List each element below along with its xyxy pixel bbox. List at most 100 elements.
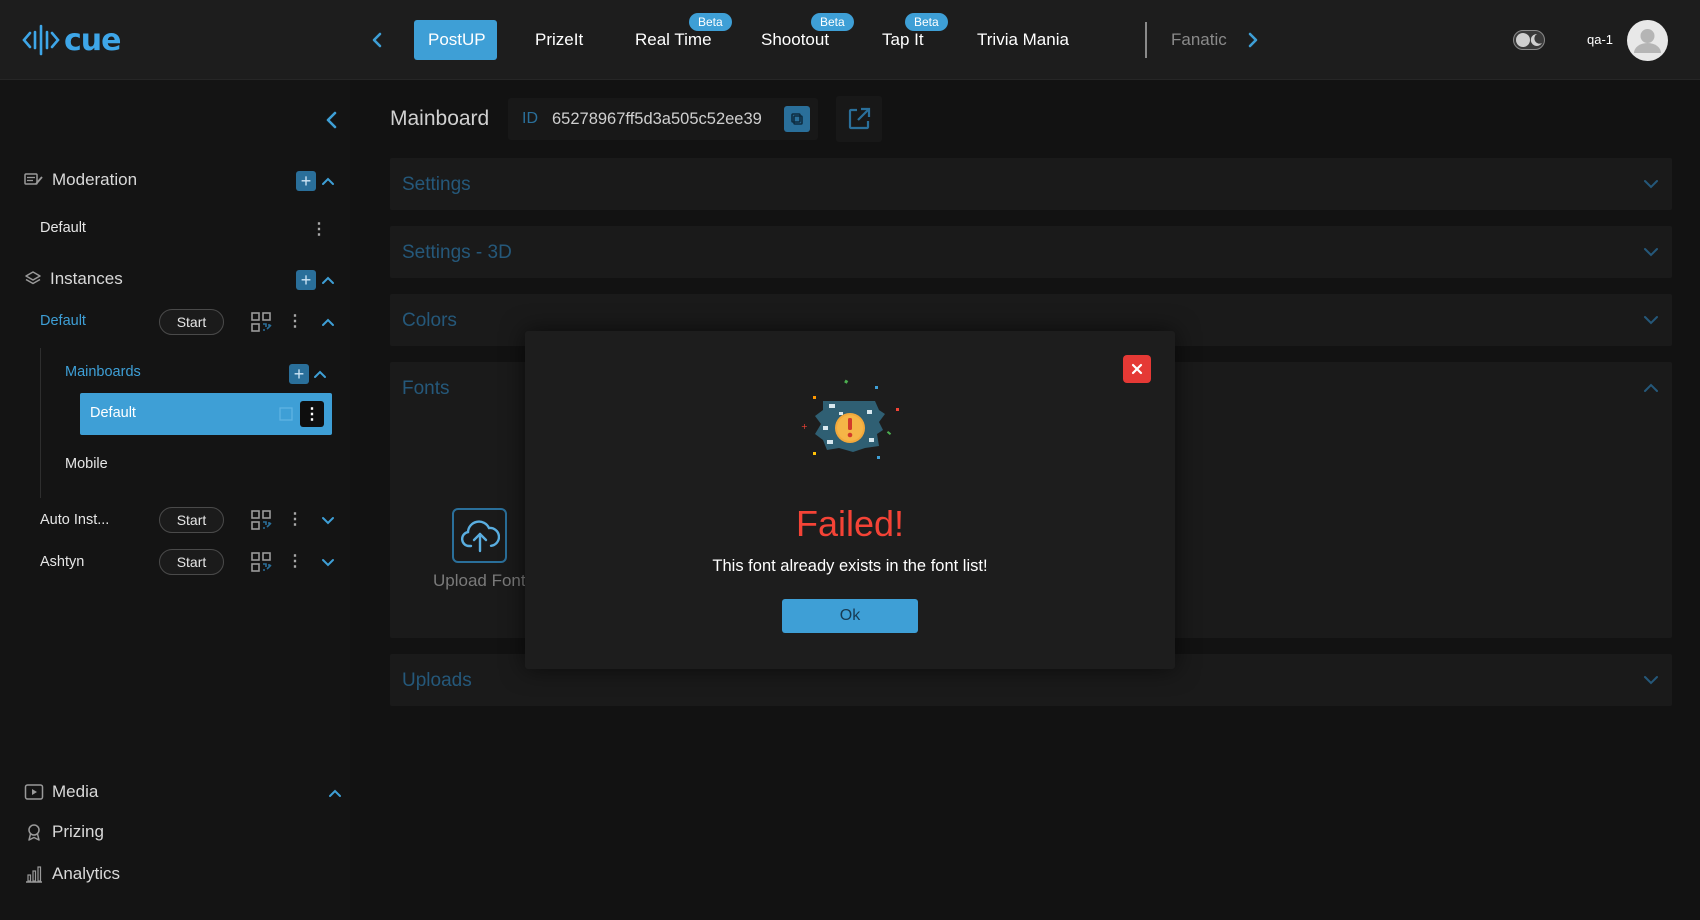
qr-code-icon[interactable] xyxy=(250,311,272,333)
collapse-sidebar-button[interactable] xyxy=(322,110,342,130)
beta-badge: Beta xyxy=(811,13,854,31)
svg-text:+: + xyxy=(801,422,808,431)
qr-code-icon[interactable] xyxy=(250,551,272,573)
plus-icon: + xyxy=(293,364,305,384)
close-dialog-button[interactable] xyxy=(1123,355,1151,383)
plus-icon: + xyxy=(300,270,312,290)
start-button[interactable]: Start xyxy=(159,549,224,575)
theme-toggle[interactable] xyxy=(1513,30,1545,50)
layers-icon xyxy=(25,271,41,285)
tab-trivia-mania[interactable]: Trivia Mania xyxy=(963,20,1083,60)
id-label: ID xyxy=(522,110,538,127)
sidebar-section-moderation[interactable]: Moderation xyxy=(24,170,137,190)
mainboard-item-mobile[interactable]: Mobile xyxy=(65,456,108,472)
moderation-icon xyxy=(24,173,43,185)
plus-icon: + xyxy=(300,171,312,191)
more-options-icon[interactable]: ⋮ xyxy=(300,401,324,427)
tab-label: Trivia Mania xyxy=(977,30,1069,49)
sidebar-item-moderation-default[interactable]: Default xyxy=(40,220,86,236)
tabs-scroll-left-button[interactable] xyxy=(365,28,389,52)
more-options-icon[interactable]: ⋮ xyxy=(287,509,303,529)
beta-badge: Beta xyxy=(905,13,948,31)
tab-label: PostUP xyxy=(428,30,486,49)
id-field: ID 65278967ff5d3a505c52ee39 xyxy=(508,98,818,140)
tab-label: Shootout xyxy=(761,30,830,49)
more-options-icon[interactable]: ⋮ xyxy=(287,551,303,571)
close-icon xyxy=(1131,363,1143,375)
accordion-title: Settings - 3D xyxy=(402,242,512,263)
chevron-left-icon xyxy=(372,32,382,48)
sidebar-section-label: Moderation xyxy=(52,170,138,189)
accordion-title: Uploads xyxy=(402,670,472,691)
mainboard-item-label: Default xyxy=(90,405,136,421)
upload-font-label: Upload Font xyxy=(433,571,526,590)
mainboard-item-default[interactable]: Default ⋮ xyxy=(80,393,332,435)
chevron-down-icon[interactable] xyxy=(320,512,336,528)
copy-id-button[interactable] xyxy=(784,106,810,132)
start-button[interactable]: Start xyxy=(159,507,224,533)
sidebar-item-label: Analytics xyxy=(52,864,121,883)
tree-connector-line xyxy=(40,348,41,498)
chevron-up-icon[interactable] xyxy=(320,272,336,288)
add-mainboard-button[interactable]: + xyxy=(289,364,309,384)
award-icon xyxy=(28,824,40,841)
top-nav-bar: cue PostUP PrizeIt Real Time Beta Shooto… xyxy=(0,0,1700,80)
chevron-up-icon[interactable] xyxy=(312,366,328,382)
qr-code-icon[interactable] xyxy=(250,509,272,531)
cue-logo[interactable]: cue xyxy=(22,20,121,60)
logo-text: cue xyxy=(64,22,121,58)
sidebar-item-instance-default[interactable]: Default xyxy=(40,313,86,329)
sidebar-item-media[interactable]: Media xyxy=(24,782,98,802)
sidebar-item-label: Media xyxy=(52,782,99,801)
accordion-settings[interactable]: Settings xyxy=(390,158,1672,210)
user-name: qa-1 xyxy=(1587,32,1614,47)
error-dialog: + Failed! This font already exists in th… xyxy=(525,331,1175,669)
tab-prizeit[interactable]: PrizeIt xyxy=(521,20,597,60)
accordion-settings-3d[interactable]: Settings - 3D xyxy=(390,226,1672,278)
sidebar: Moderation + Default ⋮ Instances + Defau… xyxy=(0,80,350,920)
tab-label: Tap It xyxy=(882,30,924,49)
media-play-icon xyxy=(24,784,44,800)
chevron-up-icon xyxy=(1644,383,1658,392)
link-icon[interactable] xyxy=(278,406,294,422)
dialog-message: This font already exists in the font lis… xyxy=(712,557,988,575)
beta-badge: Beta xyxy=(689,13,732,31)
nav-divider xyxy=(1145,22,1147,58)
sidebar-section-instances[interactable]: Instances xyxy=(24,269,123,289)
dark-mode-toggle-icon xyxy=(1513,30,1545,50)
chevron-right-icon xyxy=(1248,32,1258,48)
add-moderation-button[interactable]: + xyxy=(296,171,316,191)
sidebar-item-mainboards[interactable]: Mainboards xyxy=(65,364,141,380)
open-external-button[interactable] xyxy=(836,96,882,142)
tabs-scroll-right-button[interactable] xyxy=(1241,28,1265,52)
tab-fanatic[interactable]: Fanatic xyxy=(1157,20,1241,60)
chevron-up-icon[interactable] xyxy=(327,785,343,801)
chevron-down-icon xyxy=(1644,316,1658,325)
chevron-down-icon[interactable] xyxy=(320,554,336,570)
sidebar-item-instance-auto[interactable]: Auto Inst... xyxy=(40,512,109,528)
chevron-down-icon xyxy=(1644,180,1658,189)
chevron-up-icon[interactable] xyxy=(320,314,336,330)
page-title: Mainboard xyxy=(390,107,490,130)
more-options-icon[interactable]: ⋮ xyxy=(287,311,303,331)
chevron-down-icon xyxy=(1644,248,1658,257)
upload-font-button[interactable] xyxy=(452,508,507,563)
sidebar-item-instance-ashtyn[interactable]: Ashtyn xyxy=(40,554,84,570)
tab-label: Fanatic xyxy=(1171,30,1227,49)
accordion-title: Settings xyxy=(402,174,471,195)
sidebar-item-analytics[interactable]: Analytics xyxy=(24,864,120,884)
warning-illustration-icon: + xyxy=(801,379,899,459)
copy-icon xyxy=(791,113,803,125)
sidebar-item-label: Prizing xyxy=(52,822,104,841)
accordion-title: Colors xyxy=(402,310,457,331)
sidebar-item-prizing[interactable]: Prizing xyxy=(24,822,104,842)
add-instance-button[interactable]: + xyxy=(296,270,316,290)
ok-button[interactable]: Ok xyxy=(782,599,918,633)
tab-label: PrizeIt xyxy=(535,30,584,49)
chevron-up-icon[interactable] xyxy=(320,173,336,189)
external-link-icon xyxy=(848,107,871,130)
avatar[interactable] xyxy=(1627,20,1668,61)
start-button[interactable]: Start xyxy=(159,309,224,335)
more-options-icon[interactable]: ⋮ xyxy=(311,219,327,239)
tab-postup[interactable]: PostUP xyxy=(414,20,497,60)
